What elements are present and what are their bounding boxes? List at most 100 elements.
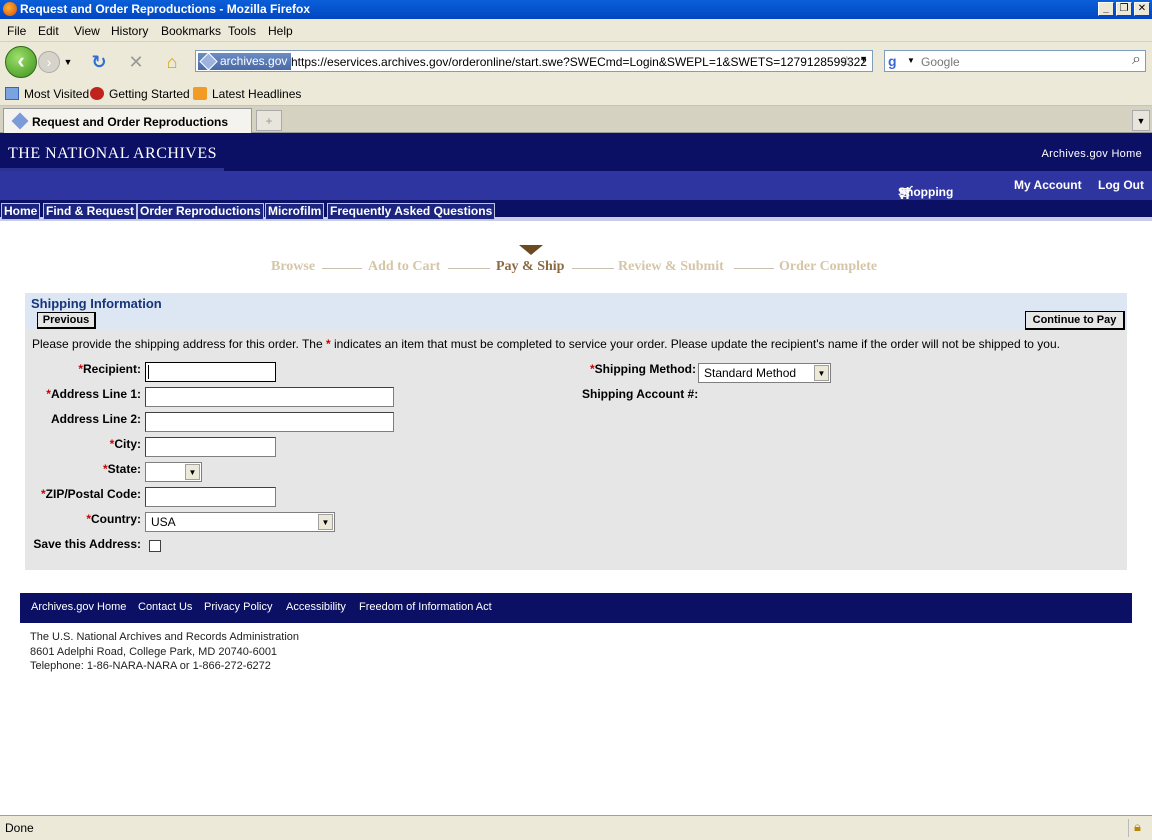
label-text: State: — [107, 462, 141, 476]
label-text: Shipping Method: — [594, 362, 696, 376]
instructions-part: Please provide the shipping address for … — [32, 337, 326, 351]
step-connector — [734, 268, 774, 269]
window-titlebar: Request and Order Reproductions - Mozill… — [0, 0, 1152, 19]
log-out-link[interactable]: Log Out — [1098, 178, 1144, 192]
site-favicon-icon — [199, 52, 218, 71]
shipping-method-label: *Shipping Method: — [590, 362, 696, 376]
zip-label: *ZIP/Postal Code: — [41, 487, 141, 501]
menu-view[interactable]: View — [74, 24, 100, 38]
footer-address: The U.S. National Archives and Records A… — [30, 630, 299, 674]
nav-faq[interactable]: Frequently Asked Questions — [327, 203, 496, 220]
shipping-panel-header: Shipping Information Previous Continue t… — [25, 293, 1127, 330]
chevron-down-icon[interactable]: ▼ — [185, 464, 200, 480]
menu-bar: File Edit View History Bookmarks Tools H… — [0, 19, 1152, 42]
instructions-text: Please provide the shipping address for … — [32, 337, 1060, 351]
chevron-down-icon[interactable]: ▼ — [318, 514, 333, 530]
label-text: City: — [114, 437, 141, 451]
engine-dropdown-icon[interactable]: ▼ — [907, 56, 915, 65]
nav-find-request[interactable]: Find & Request — [43, 203, 138, 220]
lock-icon[interactable]: 🔒︎ — [1128, 819, 1146, 837]
bookmark-getting-started[interactable]: Getting Started — [90, 87, 190, 101]
save-address-checkbox[interactable] — [149, 540, 161, 552]
page-content: THE NATIONAL ARCHIVES Archives.gov Home … — [0, 133, 1152, 815]
status-text: Done — [5, 821, 34, 835]
address-bar[interactable]: archives.gov https://eservices.archives.… — [195, 50, 873, 72]
site-header: THE NATIONAL ARCHIVES Archives.gov Home — [0, 133, 1152, 171]
continue-to-pay-button[interactable]: Continue to Pay — [1025, 311, 1125, 330]
site-logo[interactable]: THE NATIONAL ARCHIVES — [0, 133, 224, 171]
archives-home-link[interactable]: Archives.gov Home — [1042, 148, 1142, 160]
tab-request-order[interactable]: Request and Order Reproductions — [3, 108, 252, 133]
bookmark-latest-headlines[interactable]: Latest Headlines — [193, 87, 301, 101]
menu-edit[interactable]: Edit — [38, 24, 59, 38]
shipping-account-label: Shipping Account #: — [582, 387, 699, 401]
bookmark-label: Latest Headlines — [212, 87, 302, 101]
search-magnifier-icon[interactable]: ⌕ — [1132, 51, 1141, 69]
shipping-title: Shipping Information — [31, 296, 162, 311]
instructions-part: indicates an item that must be completed… — [330, 337, 1060, 351]
previous-button[interactable]: Previous — [37, 312, 96, 329]
step-pay-ship: Pay & Ship — [496, 259, 565, 274]
forward-icon[interactable]: › — [38, 51, 60, 73]
save-address-label: Save this Address: — [33, 537, 141, 551]
footer-privacy-policy[interactable]: Privacy Policy — [204, 601, 272, 613]
address-line: Telephone: 1-86-NARA-NARA or 1-866-272-6… — [30, 660, 271, 672]
menu-bookmarks[interactable]: Bookmarks — [161, 24, 221, 38]
bookmarks-toolbar: Most Visited Getting Started Latest Head… — [0, 81, 1152, 106]
footer-accessibility[interactable]: Accessibility — [286, 601, 346, 613]
back-icon[interactable]: ‹ — [5, 46, 37, 78]
new-tab-button[interactable]: + — [256, 110, 282, 131]
menu-history[interactable]: History — [111, 24, 148, 38]
url-dropdown-icon[interactable]: ▼ — [859, 54, 868, 64]
nav-home[interactable]: Home — [1, 203, 41, 220]
google-engine-icon[interactable]: g — [888, 53, 904, 69]
home-icon[interactable]: ⌂ — [161, 51, 183, 73]
firefox-icon — [3, 2, 17, 16]
search-bar[interactable]: g ▼ Google ⌕ — [884, 50, 1146, 72]
menu-tools[interactable]: Tools — [228, 24, 256, 38]
bookmark-star-icon[interactable]: ☆ — [840, 52, 854, 72]
state-select[interactable]: ▼ — [145, 462, 202, 482]
footer-contact-us[interactable]: Contact Us — [138, 601, 192, 613]
country-select[interactable]: USA ▼ — [145, 512, 335, 532]
minimize-button[interactable]: _ — [1098, 2, 1114, 16]
recipient-field[interactable] — [145, 362, 276, 382]
address-line1-field[interactable] — [145, 387, 394, 407]
nav-order-reproductions[interactable]: Order Reproductions — [137, 203, 264, 220]
url-text[interactable]: https://eservices.archives.gov/orderonli… — [291, 55, 867, 69]
shipping-method-select[interactable]: Standard Method ▼ — [698, 363, 831, 383]
history-dropdown-icon[interactable]: ▼ — [62, 51, 74, 73]
step-connector — [322, 268, 362, 269]
address-line2-label: Address Line 2: — [50, 412, 141, 426]
nav-microfilm[interactable]: Microfilm — [265, 203, 325, 220]
navigation-toolbar: ‹ › ▼ ↻ ✕ ⌂ archives.gov https://eservic… — [0, 42, 1152, 81]
current-step-arrow-icon — [519, 245, 543, 255]
site-nav: Home Find & Request Order Reproductions … — [0, 199, 1152, 221]
label-text: Country: — [91, 512, 141, 526]
restore-button[interactable]: ❐ — [1116, 2, 1132, 16]
footer-archives-home[interactable]: Archives.gov Home — [31, 601, 126, 613]
close-window-button[interactable]: ✕ — [1134, 2, 1150, 16]
site-footer: Archives.gov Home Contact Us Privacy Pol… — [20, 593, 1132, 623]
city-field[interactable] — [145, 437, 276, 457]
label-text: Recipient: — [82, 362, 141, 376]
footer-foia[interactable]: Freedom of Information Act — [359, 601, 492, 613]
reload-icon[interactable]: ↻ — [88, 51, 110, 73]
address-line1-label: *Address Line 1: — [46, 387, 141, 401]
search-input[interactable]: Google — [921, 55, 960, 69]
list-all-tabs-button[interactable]: ▼ — [1132, 110, 1150, 131]
step-order-complete: Order Complete — [779, 259, 878, 274]
menu-help[interactable]: Help — [268, 24, 293, 38]
step-add-to-cart: Add to Cart — [368, 259, 441, 274]
stop-icon[interactable]: ✕ — [125, 51, 147, 73]
address-line2-field[interactable] — [145, 412, 394, 432]
site-identity-badge[interactable]: archives.gov — [198, 52, 292, 71]
label-text: Address Line 1: — [50, 387, 141, 401]
my-account-link[interactable]: My Account — [1014, 178, 1082, 192]
zip-field[interactable] — [145, 487, 276, 507]
chevron-down-icon[interactable]: ▼ — [814, 365, 829, 381]
bookmark-most-visited[interactable]: Most Visited — [5, 87, 89, 101]
state-label: *State: — [103, 462, 141, 476]
account-bar: Shopping Cart 🛒︎ My Account Log Out — [0, 171, 1152, 213]
menu-file[interactable]: File — [7, 24, 26, 38]
